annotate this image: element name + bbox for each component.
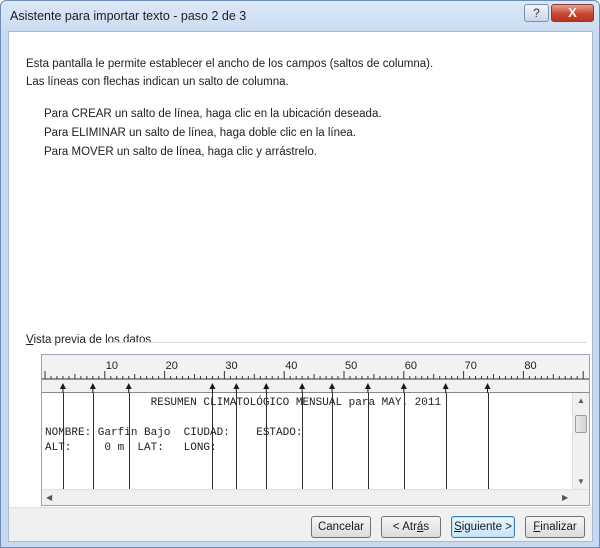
cancel-button[interactable]: Cancelar [311, 516, 371, 538]
column-break-arrow-icon[interactable] [400, 383, 407, 389]
column-break-line[interactable] [236, 393, 238, 489]
ruler-label: 10 [106, 360, 118, 372]
next-button-label: iguiente > [461, 521, 512, 533]
column-break-line[interactable] [128, 393, 130, 489]
column-break-line[interactable] [266, 393, 268, 489]
column-break-arrow-icon[interactable] [484, 383, 491, 389]
scroll-left-icon[interactable]: ◀ [46, 493, 52, 502]
column-break-arrow-icon[interactable] [299, 383, 306, 389]
column-break-line[interactable] [62, 393, 64, 489]
column-ruler[interactable]: 10 20 30 40 50 60 70 80 [42, 355, 589, 393]
column-break-arrow-icon[interactable] [233, 383, 240, 389]
scroll-up-icon[interactable]: ▲ [577, 396, 585, 405]
column-break-arrow-icon[interactable] [329, 383, 336, 389]
window-title: Asistente para importar texto - paso 2 d… [10, 9, 247, 23]
preview-content[interactable]: RESUMEN CLIMATOLÓGICO MENSUAL para MAY. … [42, 393, 572, 489]
ruler-label: 60 [405, 360, 417, 372]
column-break-arrow-icon[interactable] [59, 383, 66, 389]
back-button-suffix: s [423, 521, 430, 533]
column-break-line[interactable] [487, 393, 489, 489]
column-break-line[interactable] [92, 393, 94, 489]
column-break-lines[interactable] [42, 393, 572, 489]
ruler-label: 80 [524, 360, 536, 372]
dialog-body: Esta pantalla le permite establecer el a… [8, 31, 593, 542]
column-break-line[interactable] [302, 393, 304, 489]
data-preview[interactable]: 10 20 30 40 50 60 70 80 RESUMEN CLIMATOLÓGICO M… [41, 354, 590, 506]
ruler-label: 30 [225, 360, 237, 372]
ruler-ticks[interactable]: 10 20 30 40 50 60 70 80 [42, 355, 589, 393]
ruler-label: 40 [285, 360, 297, 372]
ruler-label: 50 [345, 360, 357, 372]
preview-label: Vista previa de los datos [26, 334, 151, 346]
description-line-2: Las líneas con flechas indican un salto … [26, 76, 289, 88]
column-break-line[interactable] [445, 393, 447, 489]
column-break-arrow-icon[interactable] [364, 383, 371, 389]
title-bar[interactable]: Asistente para importar texto - paso 2 d… [1, 1, 599, 31]
instruction-create: Para CREAR un salto de línea, haga clic … [44, 108, 382, 120]
column-break-arrow-icon[interactable] [263, 383, 270, 389]
back-button[interactable]: < Atrás [381, 516, 441, 538]
column-break-line[interactable] [403, 393, 405, 489]
button-bar: Cancelar < Atrás Siguiente > Finalizar [9, 507, 592, 541]
ruler-label: 20 [166, 360, 178, 372]
close-button[interactable]: X [551, 4, 594, 22]
scroll-right-icon[interactable]: ▶ [562, 493, 568, 502]
horizontal-scrollbar[interactable]: ◀ ▶ [42, 489, 589, 505]
column-break-arrow-icon[interactable] [209, 383, 216, 389]
finish-button[interactable]: Finalizar [525, 516, 585, 538]
import-text-wizard-window: Asistente para importar texto - paso 2 d… [0, 0, 600, 548]
column-break-line[interactable] [212, 393, 214, 489]
vertical-scrollbar[interactable]: ▲ ▼ [572, 393, 589, 489]
column-break-arrow-icon[interactable] [89, 383, 96, 389]
column-break-arrow-icon[interactable] [442, 383, 449, 389]
instruction-move: Para MOVER un salto de línea, haga clic … [44, 146, 317, 158]
preview-separator [109, 342, 587, 343]
next-button-mnemonic: S [454, 521, 462, 533]
help-button[interactable]: ? [524, 4, 549, 22]
column-break-arrow-icon[interactable] [125, 383, 132, 389]
vertical-scroll-thumb[interactable] [575, 415, 587, 433]
next-button[interactable]: Siguiente > [451, 516, 515, 538]
ruler-label: 70 [465, 360, 477, 372]
instruction-delete: Para ELIMINAR un salto de línea, haga do… [44, 127, 356, 139]
column-break-line[interactable] [332, 393, 334, 489]
preview-label-text: ista previa de los datos [33, 334, 152, 346]
scroll-down-icon[interactable]: ▼ [577, 477, 585, 486]
column-break-line[interactable] [367, 393, 369, 489]
back-button-prefix: < Atr [392, 521, 417, 533]
finish-button-label: inalizar [540, 521, 577, 533]
description-line-1: Esta pantalla le permite establecer el a… [26, 58, 434, 70]
